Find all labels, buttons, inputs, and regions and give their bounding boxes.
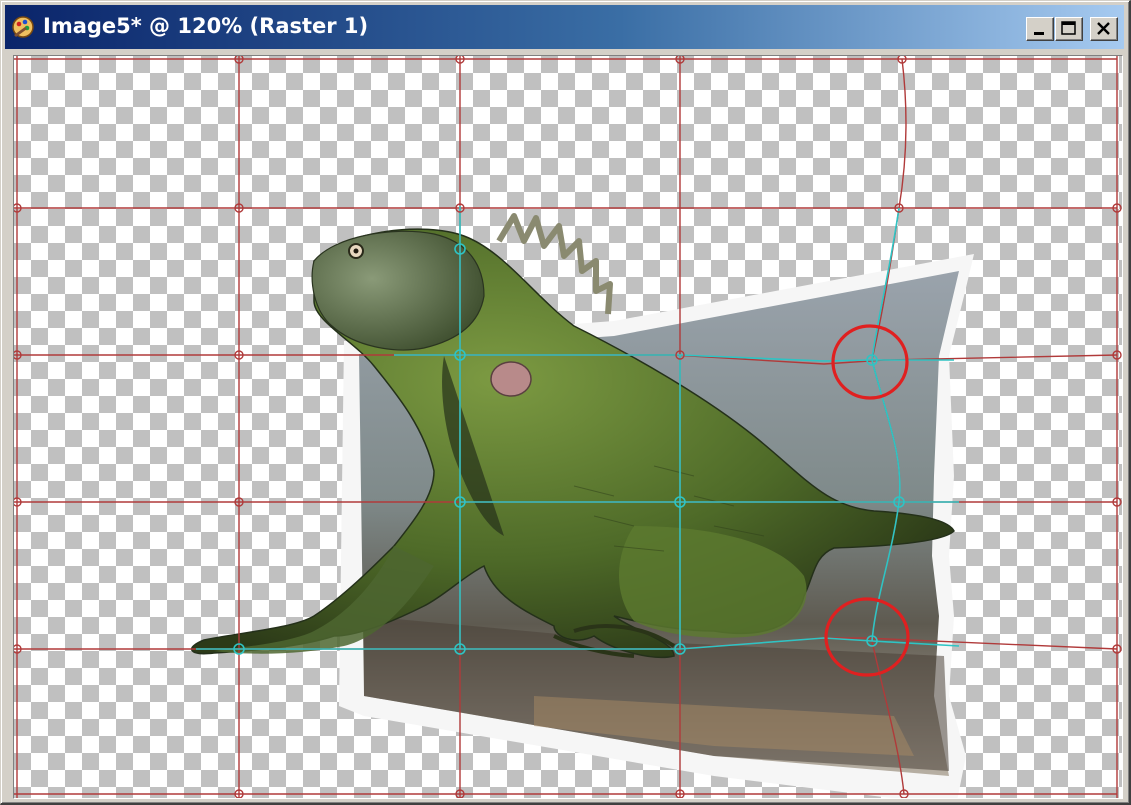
close-icon — [1097, 22, 1110, 35]
warp-overlay — [14, 56, 1122, 798]
close-button[interactable] — [1090, 17, 1118, 41]
maximize-button[interactable] — [1055, 17, 1083, 41]
image-window: Image5* @ 120% (Raster 1) — [0, 0, 1131, 805]
window-title: Image5* @ 120% (Raster 1) — [43, 14, 369, 38]
minimize-icon — [1034, 32, 1044, 35]
maximize-icon — [1061, 21, 1076, 35]
minimize-button[interactable] — [1026, 17, 1054, 41]
title-bar[interactable]: Image5* @ 120% (Raster 1) — [5, 5, 1124, 49]
image-canvas[interactable] — [13, 55, 1123, 799]
paint-shop-pro-icon[interactable] — [11, 15, 35, 39]
